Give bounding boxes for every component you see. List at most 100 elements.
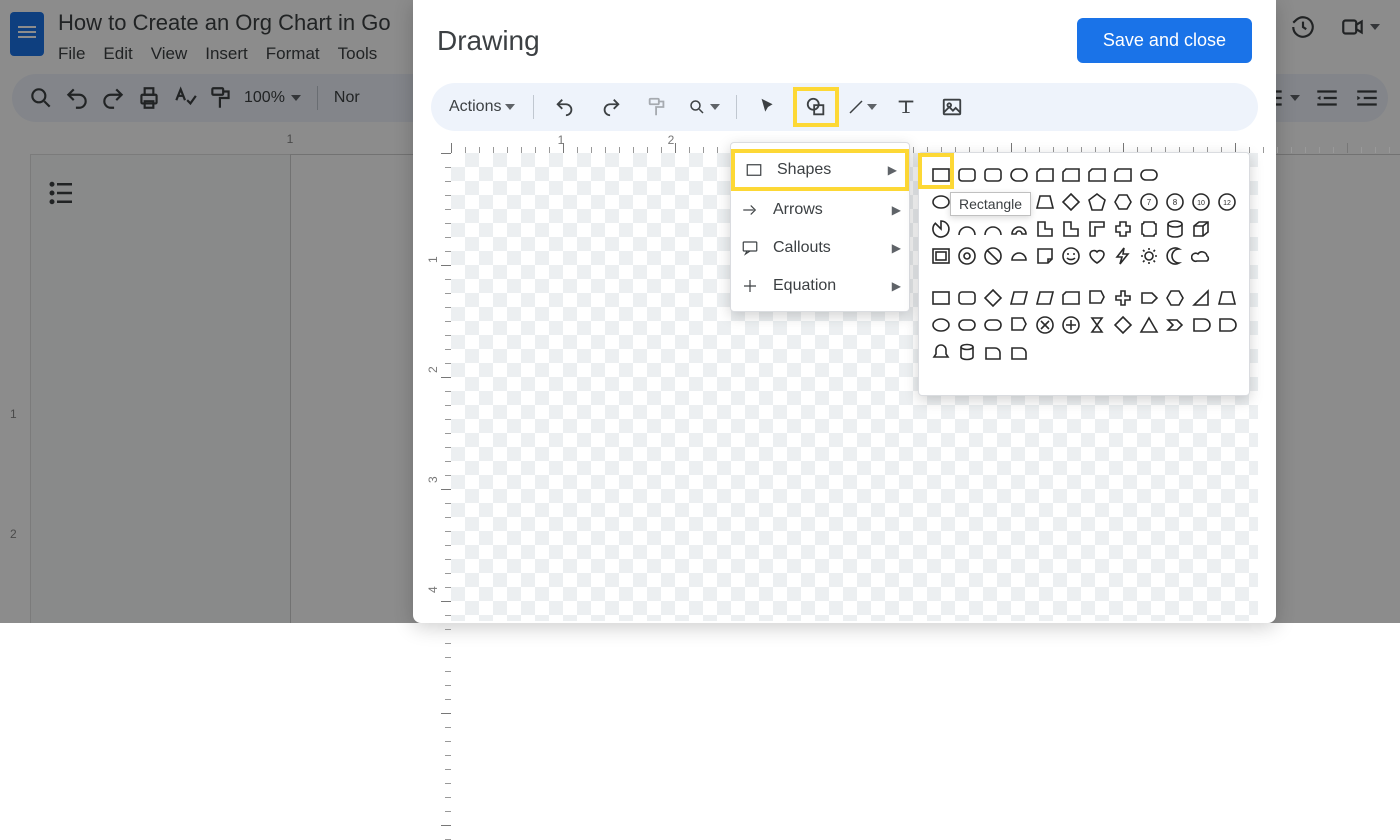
palette-shape-donut[interactable] — [955, 244, 979, 268]
palette-shape-flag[interactable] — [1007, 313, 1031, 337]
palette-shape-trap[interactable] — [1033, 190, 1057, 214]
tooltip-text: Rectangle — [959, 196, 1022, 212]
palette-shape-oct[interactable]: 8 — [1163, 190, 1187, 214]
palette-shape-blockarc[interactable] — [1007, 217, 1031, 241]
palette-shape-hex[interactable] — [1163, 286, 1187, 310]
actions-menu-button[interactable]: Actions — [441, 94, 523, 120]
palette-shape-pent[interactable] — [1085, 190, 1109, 214]
palette-shape-arrowpent[interactable] — [1137, 286, 1161, 310]
palette-shape-arc2[interactable] — [1007, 244, 1031, 268]
undo-button[interactable] — [544, 89, 586, 125]
zoom-button[interactable] — [682, 89, 726, 125]
palette-shape-trap[interactable] — [1215, 286, 1239, 310]
palette-shape-xcircle[interactable] — [1033, 313, 1057, 337]
shape-category-label: Arrows — [773, 201, 823, 219]
text-box-tool[interactable] — [885, 89, 927, 125]
palette-shape-bevel[interactable] — [929, 244, 953, 268]
palette-shape-hept[interactable]: 7 — [1137, 190, 1161, 214]
palette-shape-arc[interactable] — [981, 217, 1005, 241]
palette-shape-plus[interactable] — [1111, 286, 1135, 310]
palette-shape-lshape[interactable] — [1059, 217, 1083, 241]
shape-tool-button[interactable] — [797, 91, 835, 123]
shape-category-equation[interactable]: Equation ▶ — [731, 267, 909, 305]
palette-shape-moon[interactable] — [1163, 244, 1187, 268]
palette-shape-cross[interactable] — [1111, 217, 1135, 241]
palette-shape-rr[interactable] — [955, 163, 979, 187]
palette-shape-heart[interactable] — [1085, 244, 1109, 268]
palette-shape-plaque[interactable] — [1137, 217, 1161, 241]
shape-category-shapes[interactable]: Shapes ▶ — [731, 149, 909, 191]
palette-shape-arc[interactable] — [955, 217, 979, 241]
palette-shape-lshape[interactable] — [1033, 217, 1057, 241]
select-tool[interactable] — [747, 89, 789, 125]
palette-shape-hourglass[interactable] — [1085, 313, 1109, 337]
palette-shape-tab[interactable] — [981, 340, 1005, 364]
palette-shape-dec[interactable]: 10 — [1189, 190, 1213, 214]
palette-shape-cylinder[interactable] — [955, 340, 979, 364]
palette-shape-flag[interactable] — [1085, 286, 1109, 310]
drawing-toolbar: Actions — [431, 83, 1258, 131]
palette-shape-sun[interactable] — [1137, 244, 1161, 268]
dialog-header: Drawing Save and close — [413, 0, 1276, 69]
paint-format-button[interactable] — [636, 89, 678, 125]
palette-shape-rr[interactable] — [955, 286, 979, 310]
palette-shape-rect[interactable] — [929, 286, 953, 310]
palette-shape-foldcorner[interactable] — [1033, 244, 1057, 268]
palette-shape-diam[interactable] — [1111, 313, 1135, 337]
redo-button[interactable] — [590, 89, 632, 125]
palette-shape-tri[interactable] — [1137, 313, 1161, 337]
palette-shape-snip[interactable] — [1111, 163, 1135, 187]
shape-category-label: Equation — [773, 277, 836, 295]
palette-shape-can[interactable] — [1163, 217, 1187, 241]
palette-shape-bolt[interactable] — [1111, 244, 1135, 268]
palette-shape-snip[interactable] — [1033, 163, 1057, 187]
palette-shape-rect[interactable] — [929, 163, 953, 187]
palette-shape-para[interactable] — [1007, 286, 1031, 310]
palette-shape-rr2[interactable] — [1007, 163, 1031, 187]
palette-shape-wedge[interactable] — [1189, 286, 1213, 310]
palette-shape-bell[interactable] — [929, 340, 953, 364]
palette-shape-snip[interactable] — [1059, 286, 1083, 310]
palette-shape-pill[interactable] — [1137, 163, 1161, 187]
palette-shape-cloud[interactable] — [1189, 244, 1213, 268]
palette-shape-snip[interactable] — [1059, 163, 1083, 187]
palette-shape-hex[interactable] — [1111, 190, 1135, 214]
palette-shape-pluscircle[interactable] — [1059, 313, 1083, 337]
palette-shape-pie[interactable] — [929, 217, 953, 241]
palette-shape-smiley[interactable] — [1059, 244, 1083, 268]
callout-icon — [741, 239, 759, 257]
palette-shape-pill[interactable] — [981, 313, 1005, 337]
ruler-mark: 3 — [426, 476, 440, 483]
palette-shape-cube[interactable] — [1189, 217, 1213, 241]
palette-shape-snip[interactable] — [1085, 163, 1109, 187]
ruler-mark: 2 — [426, 366, 440, 373]
plus-icon — [741, 277, 759, 295]
chevron-down-icon — [505, 104, 515, 110]
shape-category-label: Shapes — [777, 161, 831, 179]
palette-shape-chev[interactable] — [1163, 313, 1187, 337]
svg-text:8: 8 — [1173, 198, 1178, 207]
save-and-close-button[interactable]: Save and close — [1077, 18, 1252, 63]
line-tool-button[interactable] — [843, 89, 881, 125]
palette-shape-oval[interactable] — [929, 313, 953, 337]
palette-shape-corner[interactable] — [1085, 217, 1109, 241]
palette-shape-diam[interactable] — [981, 286, 1005, 310]
dialog-title: Drawing — [437, 25, 540, 57]
palette-shape-dshape[interactable] — [1189, 313, 1213, 337]
palette-shape-pill[interactable] — [955, 313, 979, 337]
palette-shape-diam[interactable] — [1059, 190, 1083, 214]
palette-shape-nosym[interactable] — [981, 244, 1005, 268]
separator — [533, 95, 534, 119]
shape-tool-highlight — [793, 87, 839, 127]
chevron-down-icon — [867, 104, 877, 110]
shape-category-label: Callouts — [773, 239, 831, 257]
palette-shape-tab[interactable] — [1007, 340, 1031, 364]
palette-shape-dodec[interactable]: 12 — [1215, 190, 1239, 214]
shape-category-arrows[interactable]: Arrows ▶ — [731, 191, 909, 229]
shape-category-callouts[interactable]: Callouts ▶ — [731, 229, 909, 267]
palette-shape-dshape[interactable] — [1215, 313, 1239, 337]
palette-shape-rr[interactable] — [981, 163, 1005, 187]
palette-shape-para[interactable] — [1033, 286, 1057, 310]
shape-category-menu: Shapes ▶ Arrows ▶ Callouts ▶ Equation ▶ — [730, 142, 910, 312]
image-tool[interactable] — [931, 89, 973, 125]
